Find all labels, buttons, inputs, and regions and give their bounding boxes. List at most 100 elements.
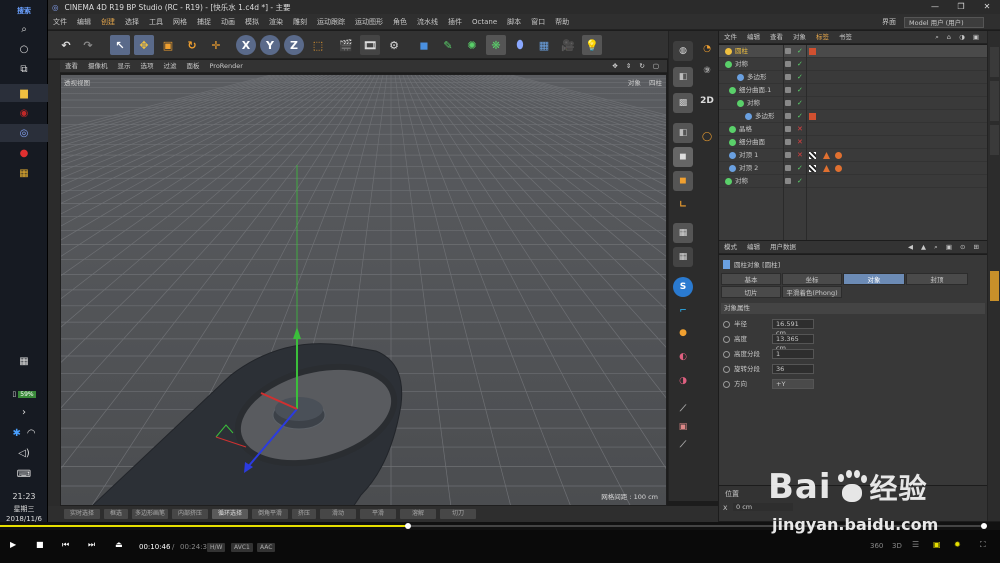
- om-menu-view[interactable]: 查看: [765, 31, 788, 44]
- axis-y-button[interactable]: Y: [260, 35, 280, 55]
- tool-poly-pen[interactable]: 多边形画笔: [132, 509, 168, 519]
- keyframe-dot-icon[interactable]: [723, 380, 730, 388]
- menu-sculpt[interactable]: 雕刻: [288, 14, 312, 30]
- enabled-check-icon[interactable]: ✓: [797, 175, 803, 188]
- cube-gray-icon[interactable]: ◼: [673, 147, 693, 167]
- previous-icon[interactable]: ⏮: [62, 540, 69, 550]
- progress-handle[interactable]: [405, 523, 411, 529]
- tab-basic[interactable]: 基本: [721, 273, 781, 285]
- axis-x-button[interactable]: X: [236, 35, 256, 55]
- perspective-viewport[interactable]: 透视视图 对象 四柱 网格间距 : 100 cm: [60, 74, 667, 506]
- rotate-tool-icon[interactable]: ↻: [182, 35, 202, 55]
- cinema4d-icon[interactable]: ◎: [0, 124, 48, 142]
- coordinate-system-icon[interactable]: ⬚: [308, 35, 328, 55]
- tag-icon[interactable]: [809, 48, 816, 55]
- floor-icon[interactable]: ▦: [534, 35, 554, 55]
- stop-icon[interactable]: ■: [36, 540, 44, 549]
- tab-caps[interactable]: 封顶: [906, 273, 968, 285]
- visibility-icon[interactable]: [785, 152, 791, 158]
- s-icon[interactable]: S: [673, 277, 693, 297]
- am-menu-userdata[interactable]: 用户数据: [765, 241, 801, 254]
- viewport-menu-camera[interactable]: 摄像机: [83, 60, 113, 73]
- cube-orange-icon[interactable]: ◼: [673, 171, 693, 191]
- om-menu-file[interactable]: 文件: [719, 31, 742, 44]
- object-row[interactable]: 对顶 1 ✕: [719, 149, 987, 162]
- tab-object[interactable]: 对象: [843, 273, 905, 285]
- am-menu-mode[interactable]: 模式: [719, 241, 742, 254]
- om-menu-tag[interactable]: 标签: [811, 31, 834, 44]
- object-row[interactable]: 对称 ✓: [719, 58, 987, 71]
- move-tool-icon[interactable]: ✥: [134, 35, 154, 55]
- om-menu-edit[interactable]: 编辑: [742, 31, 765, 44]
- object-row[interactable]: 晶格 ✕: [719, 123, 987, 136]
- fullscreen-icon[interactable]: ⛶: [980, 540, 986, 550]
- box-icon[interactable]: ◧: [673, 123, 693, 143]
- object-row[interactable]: 圆柱 ✓: [719, 45, 987, 58]
- visibility-icon[interactable]: [785, 139, 791, 145]
- object-row[interactable]: 对顶 2 ✓: [719, 162, 987, 175]
- side-tab-attributes[interactable]: [990, 271, 999, 301]
- menu-plugins[interactable]: 插件: [443, 14, 467, 30]
- spline-icon[interactable]: ◔: [697, 39, 717, 59]
- viewport-menu-options[interactable]: 选项: [136, 60, 159, 73]
- tool-bevel[interactable]: 倒角平滑: [252, 509, 288, 519]
- menu-window[interactable]: 窗口: [526, 14, 550, 30]
- paint-icon[interactable]: ▣: [673, 417, 693, 437]
- viewport-nav-icons[interactable]: ✥ ⇕ ↻ ▢: [607, 60, 667, 73]
- menu-pipeline[interactable]: 流水线: [412, 14, 443, 30]
- calculator-icon[interactable]: ▦: [0, 352, 48, 370]
- visibility-icon[interactable]: [785, 87, 791, 93]
- height-segments-input[interactable]: 1: [772, 349, 814, 359]
- app-icon[interactable]: ●: [0, 144, 48, 162]
- menu-file[interactable]: 文件: [48, 14, 72, 30]
- checker-tag-icon[interactable]: [809, 152, 816, 159]
- menu-animate[interactable]: 动画: [216, 14, 240, 30]
- visibility-icon[interactable]: [785, 61, 791, 67]
- menu-mesh[interactable]: 网格: [168, 14, 192, 30]
- enabled-check-icon[interactable]: ✓: [797, 162, 803, 175]
- enabled-check-icon[interactable]: ✓: [797, 97, 803, 110]
- wifi-icon[interactable]: ◠: [27, 428, 36, 439]
- menu-script[interactable]: 脚本: [502, 14, 526, 30]
- keyframe-dot-icon[interactable]: [723, 365, 730, 373]
- disabled-x-icon[interactable]: ✕: [797, 149, 803, 162]
- cube-icon[interactable]: ◼: [414, 35, 434, 55]
- am-menu-edit[interactable]: 编辑: [742, 241, 765, 254]
- orientation-select[interactable]: +Y: [772, 379, 814, 389]
- object-row[interactable]: 对称 ✓: [719, 97, 987, 110]
- visibility-icon[interactable]: [785, 113, 791, 119]
- phong-tag-icon[interactable]: [823, 165, 830, 172]
- menu-mograph[interactable]: 运动图形: [350, 14, 388, 30]
- object-row[interactable]: 细分曲面.1 ✓: [719, 84, 987, 97]
- progress-end-marker[interactable]: [981, 523, 987, 529]
- eject-icon[interactable]: ⏏: [115, 540, 123, 549]
- visibility-icon[interactable]: [785, 74, 791, 80]
- knife-icon[interactable]: ⟋: [673, 435, 693, 455]
- render-view-icon[interactable]: 🎬: [336, 35, 356, 55]
- cortana-icon[interactable]: ○: [0, 40, 48, 58]
- am-nav-icons[interactable]: ◀ ▲ ⌕ ▣ ⊙ ⊞: [903, 241, 987, 254]
- pen-icon[interactable]: ✎: [438, 35, 458, 55]
- tab-slice[interactable]: 切片: [721, 286, 781, 298]
- keyframe-dot-icon[interactable]: [723, 335, 730, 343]
- 2d-icon[interactable]: 2D: [697, 91, 717, 111]
- tag-icon[interactable]: [809, 113, 816, 120]
- menu-octane[interactable]: Octane: [467, 14, 502, 30]
- menu-tools[interactable]: 工具: [144, 14, 168, 30]
- menu-motion-tracking[interactable]: 运动跟踪: [312, 14, 350, 30]
- side-tab[interactable]: [990, 81, 999, 121]
- visibility-icon[interactable]: [785, 165, 791, 171]
- array-icon[interactable]: ❋: [486, 35, 506, 55]
- keyboard-icon[interactable]: ⌨: [0, 465, 48, 483]
- keyframe-dot-icon[interactable]: [723, 350, 730, 358]
- maximize-button[interactable]: ❐: [948, 0, 974, 14]
- menu-help[interactable]: 帮助: [550, 14, 574, 30]
- checker-icon[interactable]: ▩: [673, 93, 693, 113]
- deformer-icon[interactable]: ⬮: [510, 35, 530, 55]
- lock-grid-icon[interactable]: ▦: [673, 223, 693, 243]
- redo-icon[interactable]: ↷: [78, 35, 98, 55]
- render-picture-viewer-icon[interactable]: 🎞: [360, 35, 380, 55]
- pipe-icon[interactable]: ⌐: [673, 301, 693, 321]
- material-tag-icon[interactable]: [835, 152, 842, 159]
- checker-tag-icon[interactable]: [809, 165, 816, 172]
